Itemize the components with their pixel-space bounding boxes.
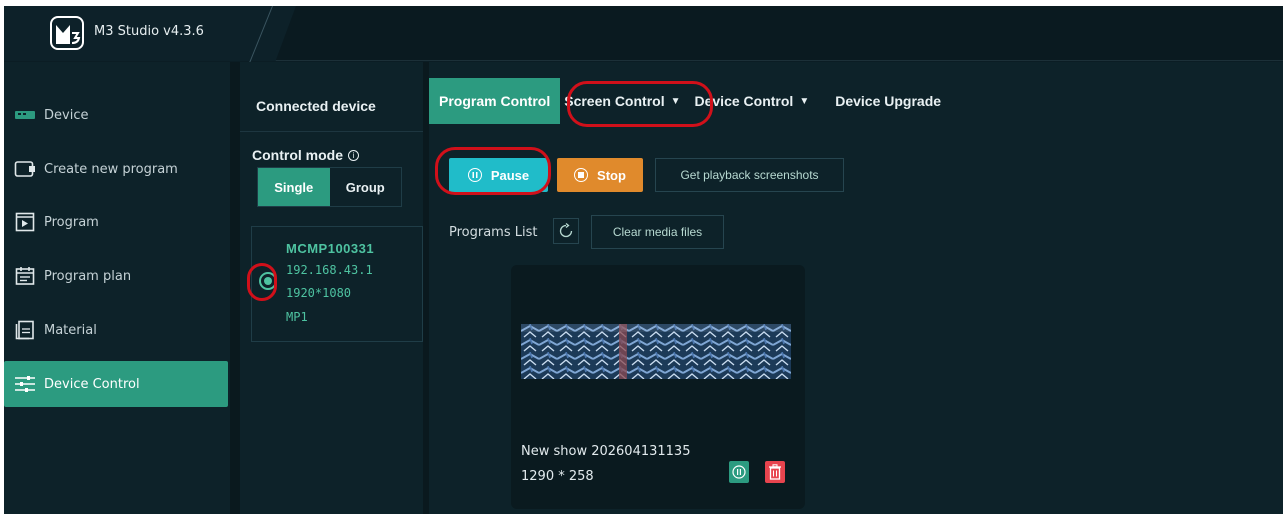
sidebar-separator	[230, 62, 240, 514]
control-mode-text: Control mode	[252, 147, 343, 163]
program-pause-button[interactable]	[729, 461, 749, 483]
program-name: New show 202604131135	[521, 444, 691, 459]
sidebar-item-label: Device	[44, 107, 89, 123]
title-bar: M3 Studio v4.3.6	[4, 6, 1283, 66]
sliders-icon	[14, 373, 36, 395]
sidebar-item-program-plan[interactable]: Program plan	[4, 253, 228, 299]
tab-label: Device Upgrade	[835, 93, 942, 109]
app-logo-icon	[50, 16, 84, 50]
sidebar-item-label: Program plan	[44, 268, 132, 284]
device-icon	[14, 104, 36, 126]
device-select-radio[interactable]	[259, 272, 277, 290]
pause-button[interactable]: Pause	[449, 158, 548, 192]
sidebar-item-material[interactable]: Material	[4, 307, 228, 353]
app-window: M3 Studio v4.3.6 Device Create new progr…	[4, 6, 1283, 514]
stop-label: Stop	[597, 167, 626, 183]
mode-single-button[interactable]: Single	[258, 168, 330, 206]
info-icon[interactable]: i	[348, 149, 359, 161]
program-delete-button[interactable]	[765, 461, 785, 483]
sidebar-item-label: Material	[44, 322, 97, 338]
stop-icon	[574, 168, 589, 182]
programs-list-label: Programs List	[449, 225, 538, 240]
sidebar-item-label: Create new program	[44, 161, 178, 177]
trash-icon	[769, 464, 781, 480]
pause-label: Pause	[490, 167, 530, 183]
tab-program-control[interactable]: Program Control	[429, 78, 561, 124]
refresh-button[interactable]	[553, 218, 579, 244]
program-icon	[14, 211, 36, 233]
pause-icon	[732, 465, 746, 479]
tab-label: Program Control	[439, 93, 551, 109]
tab-screen-control[interactable]: Screen Control ▼	[560, 78, 690, 124]
control-mode-toggle: Single Group	[257, 167, 402, 207]
sidebar-item-label: Device Control	[44, 376, 140, 392]
caret-down-icon: ▼	[799, 95, 810, 107]
create-program-icon	[14, 158, 36, 180]
program-card[interactable]: New show 202604131135 1290 * 258	[511, 265, 805, 509]
connected-device-header: Connected device	[240, 62, 423, 132]
device-ip: 192.168.43.1	[286, 263, 373, 277]
tab-device-upgrade[interactable]: Device Upgrade	[819, 78, 951, 124]
sidebar-item-create-new-program[interactable]: Create new program	[4, 146, 228, 192]
clear-media-files-button[interactable]: Clear media files	[591, 215, 724, 249]
calendar-icon	[14, 265, 36, 287]
refresh-icon	[559, 223, 573, 238]
tab-label: Screen Control	[564, 93, 665, 109]
tab-device-control[interactable]: Device Control ▼	[691, 78, 820, 124]
stop-button[interactable]: Stop	[557, 158, 643, 192]
device-card[interactable]: MCMP100331 192.168.43.1 1920*1080 MP1	[251, 226, 423, 342]
device-name: MCMP100331	[286, 241, 375, 256]
program-size: 1290 * 258	[521, 469, 594, 484]
connected-device-title: Connected device	[256, 98, 376, 114]
device-resolution: 1920*1080	[286, 286, 352, 300]
sidebar-item-program[interactable]: Program	[4, 199, 228, 245]
sidebar-item-device[interactable]: Device	[4, 92, 228, 138]
material-icon	[14, 319, 36, 341]
control-mode-label: Control mode i	[252, 147, 359, 163]
sidebar-item-device-control[interactable]: Device Control	[4, 361, 228, 407]
tab-bar: Program Control Screen Control ▼ Device …	[429, 78, 951, 124]
caret-down-icon: ▼	[670, 95, 681, 107]
get-playback-screenshots-button[interactable]: Get playback screenshots	[655, 158, 844, 192]
sidebar-item-label: Program	[44, 214, 99, 230]
sidebar: Device Create new program Program Progra…	[4, 62, 230, 514]
app-title: M3 Studio v4.3.6	[94, 24, 204, 39]
device-model: MP1	[286, 310, 308, 324]
program-thumbnail	[521, 324, 791, 379]
mode-group-button[interactable]: Group	[330, 168, 402, 206]
tab-label: Device Control	[694, 93, 794, 109]
main-panel: Program Control Screen Control ▼ Device …	[429, 62, 1283, 514]
connected-device-panel: Connected device Control mode i Single G…	[240, 62, 423, 514]
pause-icon	[467, 168, 482, 182]
